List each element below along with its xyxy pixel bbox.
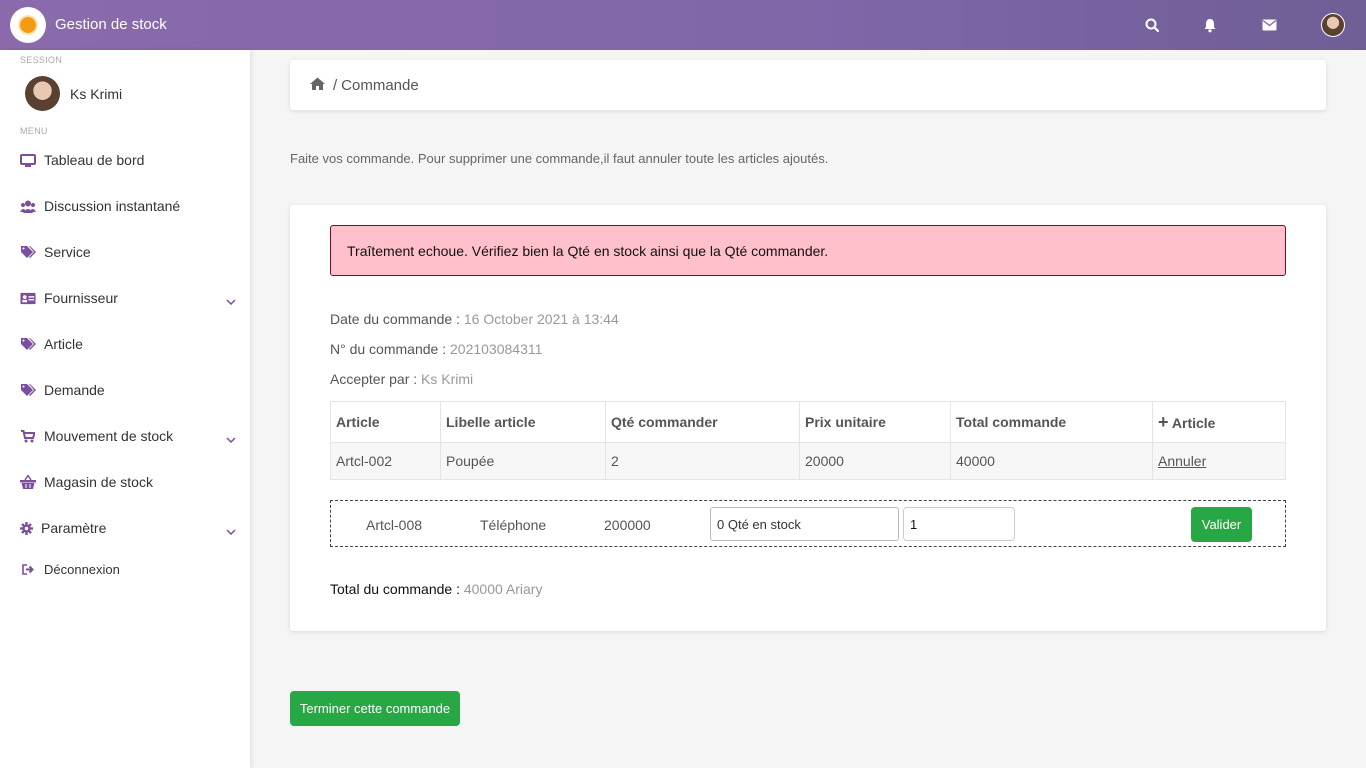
sidebar-item-label: Déconnexion xyxy=(44,561,120,577)
users-icon xyxy=(20,198,36,214)
sidebar-item-label: Service xyxy=(44,244,91,260)
cell-libelle: Poupée xyxy=(440,442,606,480)
avatar xyxy=(25,76,60,111)
app-title[interactable]: Gestion de stock xyxy=(55,16,167,33)
cell-qte: 2 xyxy=(605,442,800,480)
sidebar: SESSION Ks Krimi MENU Tableau de bord Di… xyxy=(0,50,250,768)
column-header: Article xyxy=(330,401,441,443)
column-header: Prix unitaire xyxy=(799,401,951,443)
add-row-libelle: Téléphone xyxy=(480,517,547,533)
intro-text: Faite vos commande. Pour supprimer une c… xyxy=(290,151,829,166)
add-article-row: Artcl-008 Téléphone 200000 Valider xyxy=(330,500,1286,547)
order-number-label: N° du commande : xyxy=(330,341,447,357)
order-accepted-by: Accepter par : Ks Krimi xyxy=(330,371,473,387)
breadcrumb: / Commande xyxy=(290,60,1326,110)
user-avatar[interactable] xyxy=(1321,13,1345,37)
menu-caption: MENU xyxy=(20,126,48,136)
sidebar-item-demande[interactable]: Demande xyxy=(20,378,240,402)
chevron-down-icon[interactable] xyxy=(226,292,236,308)
sidebar-item-label: Demande xyxy=(44,382,105,398)
order-date-value: 16 October 2021 à 13:44 xyxy=(463,311,619,327)
cell-prix: 20000 xyxy=(799,442,951,480)
cell-action: Annuler xyxy=(1152,442,1286,480)
sidebar-item-label: Article xyxy=(44,336,83,352)
sidebar-item-fournisseur[interactable]: Fournisseur xyxy=(20,286,240,310)
cell-total: 40000 xyxy=(950,442,1153,480)
order-accepted-value: Ks Krimi xyxy=(421,371,474,387)
sidebar-item-label: Magasin de stock xyxy=(44,474,153,490)
stock-quantity-field[interactable] xyxy=(710,507,899,541)
breadcrumb-separator: / xyxy=(333,76,338,94)
add-row-prix: 200000 xyxy=(604,517,651,533)
sidebar-item-deconnexion[interactable]: Déconnexion xyxy=(20,557,240,581)
bell-icon[interactable] xyxy=(1200,15,1220,35)
column-header: Libelle article xyxy=(440,401,606,443)
order-lines-table: Article Libelle article Qté commander Pr… xyxy=(330,401,1286,480)
order-date: Date du commande : 16 October 2021 à 13:… xyxy=(330,311,619,327)
finish-order-button[interactable]: Terminer cette commande xyxy=(290,691,460,726)
sidebar-item-article[interactable]: Article xyxy=(20,332,240,356)
order-accepted-label: Accepter par : xyxy=(330,371,418,387)
column-header: Article xyxy=(1171,414,1216,431)
sidebar-item-discussion-instantane[interactable]: Discussion instantané xyxy=(20,194,240,218)
envelope-icon[interactable] xyxy=(1259,15,1279,35)
search-icon[interactable] xyxy=(1142,15,1162,35)
chevron-down-icon[interactable] xyxy=(226,430,236,446)
add-row-article: Artcl-008 xyxy=(366,517,423,533)
sidebar-item-label: Tableau de bord xyxy=(44,152,145,168)
breadcrumb-current: Commande xyxy=(341,76,419,94)
order-number: N° du commande : 202103084311 xyxy=(330,341,542,357)
sidebar-item-parametre[interactable]: Paramètre xyxy=(20,516,240,540)
basket-icon xyxy=(20,474,36,490)
cell-article: Artcl-002 xyxy=(330,442,441,480)
session-user-name: Ks Krimi xyxy=(70,85,123,102)
table-row: Artcl-002 Poupée 2 20000 40000 Annuler xyxy=(330,442,1286,480)
home-icon[interactable] xyxy=(310,77,325,94)
chevron-down-icon[interactable] xyxy=(226,522,236,538)
error-alert-text: Traîtement echoue. Vérifiez bien la Qté … xyxy=(347,242,829,259)
sidebar-item-label: Paramètre xyxy=(41,520,107,536)
monitor-icon xyxy=(20,152,36,168)
column-header: Total commande xyxy=(950,401,1153,443)
column-header: Qté commander xyxy=(605,401,800,443)
quantity-input[interactable] xyxy=(903,507,1015,541)
top-navbar: Gestion de stock xyxy=(0,0,1366,50)
validate-button[interactable]: Valider xyxy=(1191,507,1252,542)
add-article-header[interactable]: + Article xyxy=(1152,401,1286,443)
order-total-value: 40000 Ariary xyxy=(463,581,543,597)
sidebar-item-service[interactable]: Service xyxy=(20,240,240,264)
order-total: Total du commande : 40000 Ariary xyxy=(330,581,542,597)
error-alert: Traîtement echoue. Vérifiez bien la Qté … xyxy=(330,225,1286,276)
order-total-label: Total du commande : xyxy=(330,581,460,597)
order-date-label: Date du commande : xyxy=(330,311,460,327)
cancel-link[interactable]: Annuler xyxy=(1158,453,1206,469)
sidebar-item-label: Discussion instantané xyxy=(44,198,181,214)
id-card-icon xyxy=(20,290,36,306)
gear-icon xyxy=(20,520,33,536)
cart-icon xyxy=(20,428,36,444)
order-card: Traîtement echoue. Vérifiez bien la Qté … xyxy=(290,205,1326,631)
sidebar-item-tableau-de-bord[interactable]: Tableau de bord xyxy=(20,148,240,172)
order-number-value: 202103084311 xyxy=(450,341,543,357)
tags-icon xyxy=(20,244,36,260)
sidebar-item-label: Mouvement de stock xyxy=(44,428,174,444)
table-header-row: Article Libelle article Qté commander Pr… xyxy=(330,401,1286,443)
sidebar-item-mouvement-de-stock[interactable]: Mouvement de stock xyxy=(20,424,240,448)
logo-sun-icon xyxy=(20,17,36,33)
app-logo[interactable] xyxy=(10,7,46,43)
sign-out-icon xyxy=(20,561,36,577)
session-user: Ks Krimi xyxy=(25,76,122,111)
tags-icon xyxy=(20,336,36,352)
tags-icon xyxy=(20,382,36,398)
sidebar-item-magasin-de-stock[interactable]: Magasin de stock xyxy=(20,470,240,494)
plus-icon: + xyxy=(1158,411,1169,432)
sidebar-item-label: Fournisseur xyxy=(44,290,118,306)
session-caption: SESSION xyxy=(20,55,63,65)
